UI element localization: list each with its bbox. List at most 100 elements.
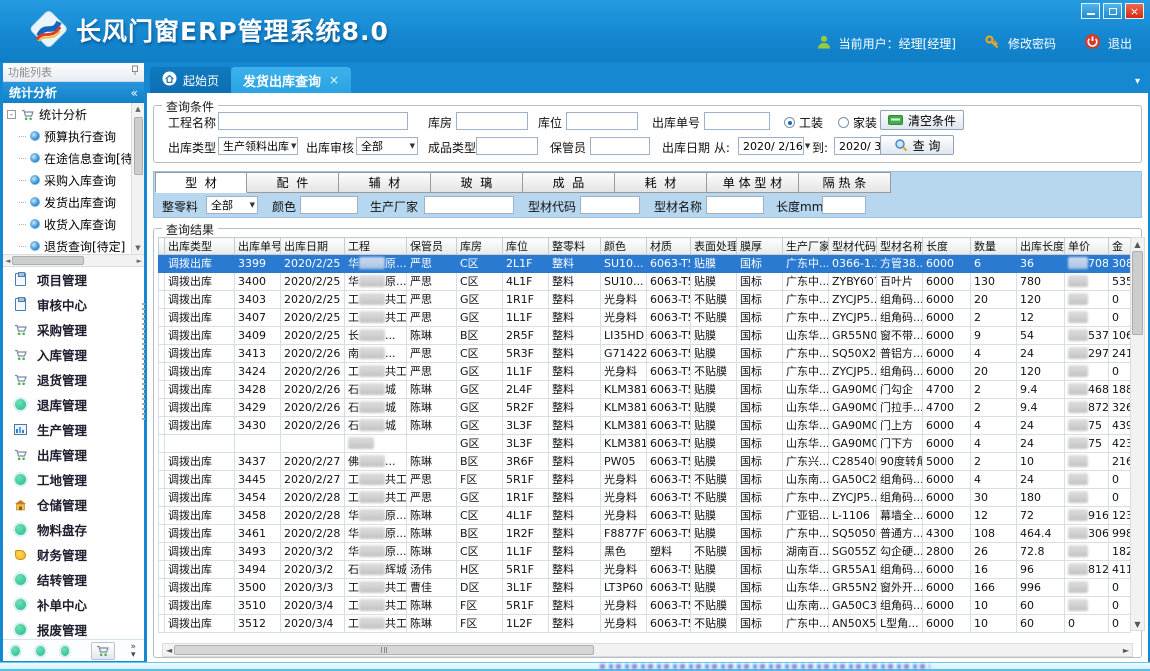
outbound-type-select[interactable]: 生产领料出库▼ bbox=[218, 137, 298, 155]
column-header[interactable]: 库房 bbox=[457, 238, 503, 255]
scroll-left-icon[interactable]: ◄ bbox=[5, 257, 10, 265]
table-row[interactable]: 调拨出库34612020/2/28华原...陈琳B区1R2F整料F8877FT6… bbox=[159, 525, 1131, 543]
minimize-button[interactable] bbox=[1081, 3, 1100, 19]
column-header[interactable]: 生产厂家 bbox=[783, 238, 829, 255]
tree-expand-icon[interactable]: - bbox=[7, 110, 16, 119]
profile-code-input[interactable] bbox=[580, 196, 640, 214]
tab-close-icon[interactable]: × bbox=[329, 73, 339, 87]
tree-hscroll-thumb[interactable] bbox=[12, 256, 84, 265]
table-row[interactable]: 调拨出库34582020/2/28华原...陈琳C区4L1F整料光身料6063-… bbox=[159, 507, 1131, 525]
sidebar-module[interactable]: 项目管理 bbox=[3, 267, 144, 292]
column-header[interactable]: 型材代码 bbox=[829, 238, 877, 255]
column-header[interactable]: 表面处理 bbox=[691, 238, 737, 255]
sidebar-module[interactable]: 仓储管理 bbox=[3, 492, 144, 517]
logout-link[interactable]: 退出 bbox=[1108, 35, 1132, 52]
color-input[interactable] bbox=[300, 196, 358, 214]
project-name-input[interactable] bbox=[218, 112, 408, 130]
tree-item[interactable]: 退货查询[待定] bbox=[3, 235, 131, 254]
table-row[interactable]: 调拨出库34452020/2/27工共工程严思F区5R1F整料光身料6063-T… bbox=[159, 471, 1131, 489]
column-header[interactable]: 出库类型 bbox=[165, 238, 235, 255]
sidebar-module[interactable]: 入库管理 bbox=[3, 342, 144, 367]
grid-vscroll-thumb[interactable] bbox=[1132, 251, 1143, 335]
work-install-radio[interactable]: 工装 bbox=[784, 114, 823, 131]
more-modules-chevron[interactable]: »▾ bbox=[131, 643, 137, 659]
column-header[interactable]: 库位 bbox=[503, 238, 549, 255]
column-header[interactable]: 金 bbox=[1109, 238, 1131, 255]
search-button[interactable]: 查 询 bbox=[880, 135, 954, 155]
table-row[interactable]: 调拨出库34282020/2/26石城陈琳G区2L4F整料KLM38176063… bbox=[159, 381, 1131, 399]
home-install-radio[interactable]: 家装 bbox=[838, 114, 877, 131]
material-tab[interactable]: 单 体 型 材 bbox=[707, 172, 799, 193]
material-tab[interactable]: 辅 材 bbox=[339, 172, 431, 193]
column-header[interactable]: 材质 bbox=[647, 238, 691, 255]
location-input[interactable] bbox=[566, 112, 638, 130]
table-row[interactable]: 调拨出库35102020/3/4工共工程陈琳F区5R1F整料光身料6063-T5… bbox=[159, 597, 1131, 615]
column-header[interactable]: 保管员 bbox=[407, 238, 457, 255]
grid-vertical-scrollbar[interactable]: ▲ ▼ bbox=[1130, 237, 1145, 631]
scroll-up-icon[interactable]: ▲ bbox=[135, 103, 140, 115]
sidebar-group-header[interactable]: 统计分析 « bbox=[3, 82, 144, 103]
table-row[interactable]: G区3L3F整料KLM38176063-T5贴膜国标山东华...GA90M09.… bbox=[159, 435, 1131, 453]
length-input[interactable] bbox=[822, 196, 866, 214]
tree-item[interactable]: 在途信息查询[待 bbox=[3, 147, 131, 169]
sidebar-module[interactable]: 补单中心 bbox=[3, 592, 144, 617]
sidebar-module[interactable]: 退库管理 bbox=[3, 392, 144, 417]
column-header[interactable]: 工程 bbox=[345, 238, 407, 255]
material-tab[interactable]: 隔 热 条 bbox=[799, 172, 891, 193]
sidebar-module[interactable]: 工地管理 bbox=[3, 467, 144, 492]
pin-icon[interactable] bbox=[131, 65, 139, 79]
table-row[interactable]: 调拨出库35002020/3/3工共工程曹佳D区3L1F整料LT3P606063… bbox=[159, 579, 1131, 597]
table-row[interactable]: 调拨出库33992020/2/25华原...严思C区2L1F整料SU10...6… bbox=[159, 255, 1131, 273]
sidebar-module[interactable]: 审核中心 bbox=[3, 292, 144, 317]
clear-conditions-button[interactable]: 清空条件 bbox=[880, 110, 964, 130]
collapse-chevron-icon[interactable]: « bbox=[131, 86, 138, 100]
change-password-link[interactable]: 修改密码 bbox=[1008, 35, 1056, 52]
tree-vertical-scrollbar[interactable]: ▲ ▼ bbox=[131, 103, 144, 254]
sidebar-module[interactable]: 结转管理 bbox=[3, 567, 144, 592]
table-row[interactable]: 调拨出库34002020/2/25华原...严思C区4L1F整料SU10...6… bbox=[159, 273, 1131, 291]
sidebar-module[interactable]: 采购管理 bbox=[3, 317, 144, 342]
column-header[interactable]: 颜色 bbox=[601, 238, 647, 255]
profile-name-input[interactable] bbox=[706, 196, 764, 214]
tab-home[interactable]: 起始页 bbox=[150, 67, 231, 93]
tree-vscroll-thumb[interactable] bbox=[134, 117, 143, 175]
table-row[interactable]: 调拨出库34092020/2/25长...陈琳B区2R5F整料LI35HD606… bbox=[159, 327, 1131, 345]
product-type-input[interactable] bbox=[476, 137, 538, 155]
column-header[interactable]: 膜厚 bbox=[737, 238, 783, 255]
scroll-down-icon[interactable]: ▼ bbox=[1134, 618, 1140, 630]
date-from-picker[interactable]: 2020/ 2/16▼ bbox=[738, 137, 804, 155]
scroll-right-icon[interactable]: ► bbox=[1123, 646, 1129, 655]
close-button[interactable]: × bbox=[1125, 3, 1144, 19]
tree-item[interactable]: 发货出库查询 bbox=[3, 191, 131, 213]
warehouse-input[interactable] bbox=[456, 112, 528, 130]
column-header[interactable]: 整零料 bbox=[549, 238, 601, 255]
part-type-select[interactable]: 全部▼ bbox=[206, 196, 258, 214]
order-no-input[interactable] bbox=[704, 112, 770, 130]
keeper-input[interactable] bbox=[590, 137, 650, 155]
module-dot-icon[interactable] bbox=[36, 646, 45, 656]
table-row[interactable]: 调拨出库34132020/2/26南...严思C区5R3F整料G71422606… bbox=[159, 345, 1131, 363]
table-row[interactable]: 调拨出库34072020/2/25工共工程严思G区1L1F整料光身料6063-T… bbox=[159, 309, 1131, 327]
scroll-down-icon[interactable]: ▼ bbox=[135, 242, 140, 254]
sidebar-module[interactable]: 物料盘存 bbox=[3, 517, 144, 542]
column-header[interactable]: 单价 bbox=[1065, 238, 1109, 255]
column-header[interactable]: 长度 bbox=[923, 238, 971, 255]
scroll-left-icon[interactable]: ◄ bbox=[166, 646, 172, 655]
tab-overflow-icon[interactable]: ▾ bbox=[1135, 76, 1140, 87]
tree-item[interactable]: 收货入库查询 bbox=[3, 213, 131, 235]
table-row[interactable]: 调拨出库34942020/3/2石辉城汤伟H区5R1F整料光身料6063-T5贴… bbox=[159, 561, 1131, 579]
tree-root[interactable]: - 统计分析 bbox=[3, 103, 131, 125]
sidebar-module[interactable]: 生产管理 bbox=[3, 417, 144, 442]
table-row[interactable]: 调拨出库34372020/2/27佛...陈琳B区3R6F整料PW056063-… bbox=[159, 453, 1131, 471]
table-row[interactable]: 调拨出库34302020/2/26石城陈琳G区3L3F整料KLM38176063… bbox=[159, 417, 1131, 435]
table-row[interactable]: 调拨出库34292020/2/26石城陈琳G区5R2F整料KLM38176063… bbox=[159, 399, 1131, 417]
column-header[interactable]: 型材名称 bbox=[877, 238, 923, 255]
column-header[interactable]: 出库长度 bbox=[1017, 238, 1065, 255]
module-dot-icon[interactable] bbox=[11, 646, 20, 656]
maximize-button[interactable] bbox=[1103, 3, 1122, 19]
table-row[interactable]: 调拨出库34932020/3/2华原...陈琳C区1L1F整料黑色塑料不贴膜国标… bbox=[159, 543, 1131, 561]
material-tab[interactable]: 耗 材 bbox=[615, 172, 707, 193]
grid-horizontal-scrollbar[interactable]: ◄ ► bbox=[162, 643, 1133, 657]
sidebar-module[interactable]: 出库管理 bbox=[3, 442, 144, 467]
splitter-grip[interactable] bbox=[142, 303, 145, 423]
